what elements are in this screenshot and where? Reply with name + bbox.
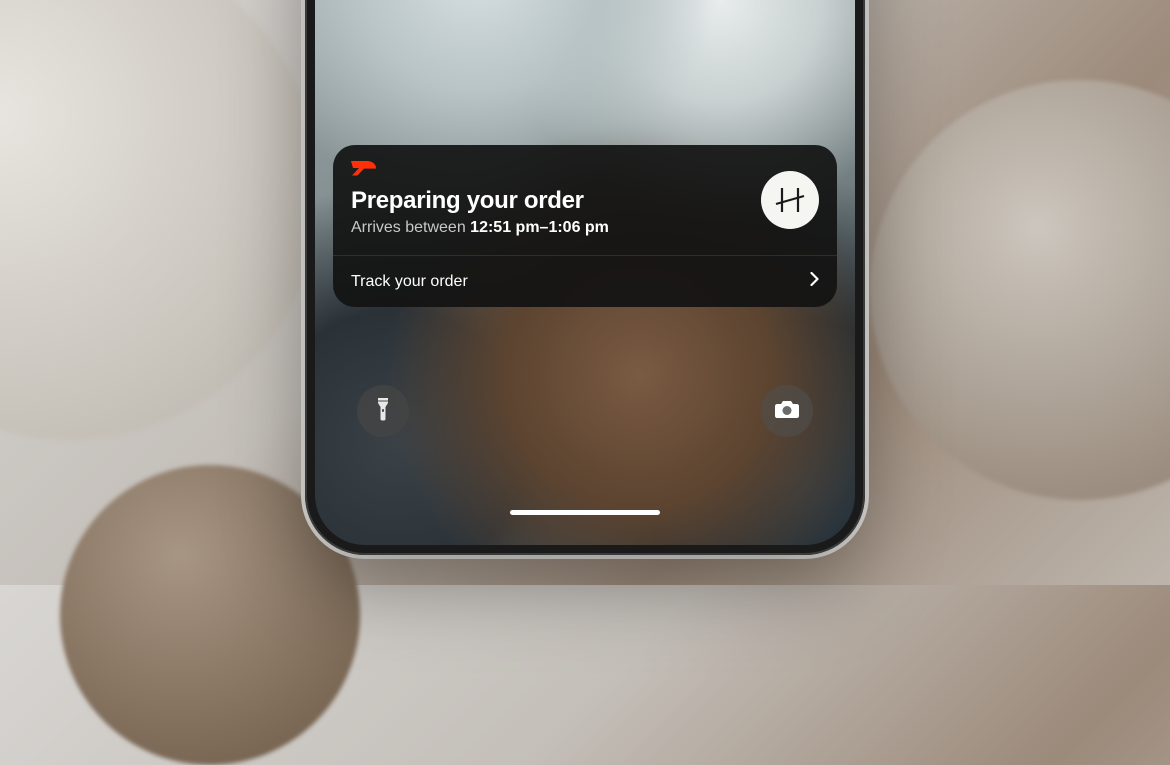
lock-screen: Preparing your order Arrives between 12:… (315, 0, 855, 545)
flashlight-icon (372, 396, 394, 427)
notification-text: Preparing your order Arrives between 12:… (351, 161, 747, 237)
eta-time: 12:51 pm–1:06 pm (470, 219, 609, 236)
notification-title: Preparing your order (351, 187, 747, 215)
merchant-avatar (761, 171, 819, 229)
track-order-button[interactable]: Track your order (333, 256, 837, 307)
camera-button[interactable] (761, 385, 813, 437)
eta-prefix: Arrives between (351, 219, 470, 236)
doordash-icon (351, 161, 747, 181)
phone-frame: Preparing your order Arrives between 12:… (305, 0, 865, 555)
background-orb (870, 80, 1170, 500)
flashlight-button[interactable] (357, 385, 409, 437)
camera-icon (774, 398, 800, 425)
notification-subtitle: Arrives between 12:51 pm–1:06 pm (351, 219, 747, 237)
home-indicator[interactable] (510, 510, 660, 515)
notification-body: Preparing your order Arrives between 12:… (333, 145, 837, 255)
chevron-right-icon (810, 272, 819, 291)
background-orb (0, 0, 320, 440)
live-activity-card[interactable]: Preparing your order Arrives between 12:… (333, 145, 837, 307)
action-label: Track your order (351, 273, 468, 291)
